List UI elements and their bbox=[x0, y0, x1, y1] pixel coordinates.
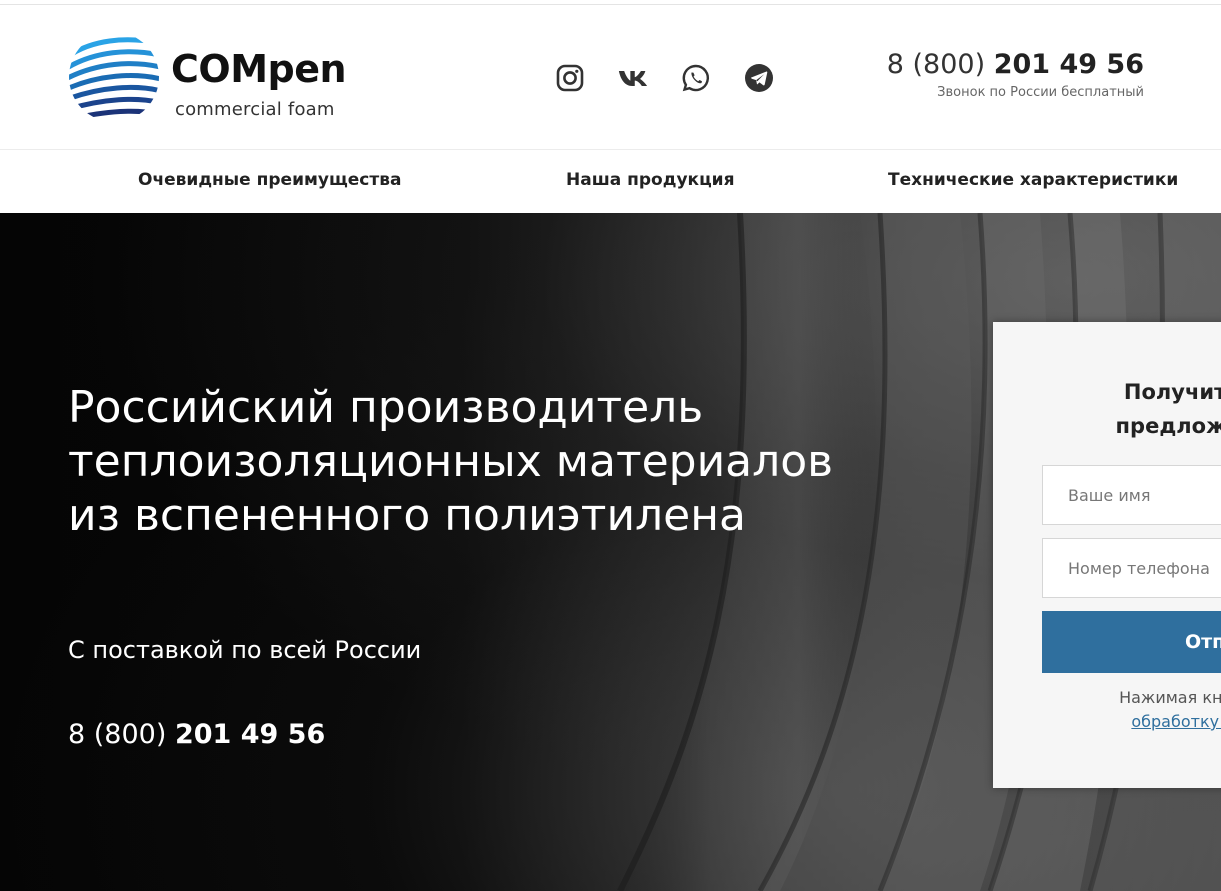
social-links bbox=[555, 62, 774, 94]
callback-form: Получите к предложени Ваше имя Номер тел… bbox=[993, 322, 1221, 788]
form-title: Получите к предложени bbox=[993, 375, 1221, 443]
logo[interactable]: COMpen commercial foam bbox=[68, 31, 368, 126]
header-phone-block: 8 (800) 201 49 56 Звонок по России беспл… bbox=[887, 49, 1144, 100]
site-header: COMpen commercial foam 8 (800) 201 49 56… bbox=[0, 5, 1221, 150]
header-phone-prefix: 8 (800) bbox=[886, 49, 994, 80]
submit-button[interactable]: Отп bbox=[1042, 611, 1221, 673]
nav-item-specifications[interactable]: Технические характеристики bbox=[888, 170, 1178, 190]
logo-tagline: commercial foam bbox=[175, 99, 335, 120]
nav-item-advantages[interactable]: Очевидные преимущества bbox=[138, 170, 401, 190]
telegram-icon[interactable] bbox=[744, 63, 774, 93]
hero-phone-number: 201 49 56 bbox=[174, 719, 326, 750]
header-phone-number: 201 49 56 bbox=[993, 49, 1144, 80]
instagram-icon[interactable] bbox=[555, 63, 585, 93]
hero-phone-prefix: 8 (800) bbox=[68, 719, 175, 750]
form-title-line-1: Получите к bbox=[1123, 380, 1221, 404]
consent-text: Нажимая кнопку, bbox=[1119, 688, 1221, 707]
hero-phone[interactable]: 8 (800) 201 49 56 bbox=[68, 719, 325, 750]
consent-link[interactable]: обработку пер bbox=[1131, 712, 1221, 731]
header-phone[interactable]: 8 (800) 201 49 56 bbox=[887, 49, 1144, 80]
vk-icon[interactable] bbox=[618, 63, 648, 93]
nav-item-products[interactable]: Наша продукция bbox=[566, 170, 735, 190]
main-nav: Очевидные преимущества Наша продукция Те… bbox=[0, 151, 1221, 213]
hero-section: Российский производитель теплоизоляционн… bbox=[0, 213, 1221, 891]
header-phone-note: Звонок по России бесплатный bbox=[937, 85, 1144, 100]
consent-note: Нажимая кнопку, обработку пер bbox=[993, 686, 1221, 734]
logo-globe-icon bbox=[69, 37, 159, 122]
logo-name: COMpen bbox=[171, 47, 347, 91]
phone-field[interactable]: Номер телефона bbox=[1042, 538, 1221, 598]
hero-title: Российский производитель теплоизоляционн… bbox=[68, 382, 834, 541]
whatsapp-icon[interactable] bbox=[681, 63, 711, 93]
form-title-line-2: предложени bbox=[1115, 414, 1221, 438]
hero-subtitle: С поставкой по всей России bbox=[68, 636, 422, 664]
name-field[interactable]: Ваше имя bbox=[1042, 465, 1221, 525]
